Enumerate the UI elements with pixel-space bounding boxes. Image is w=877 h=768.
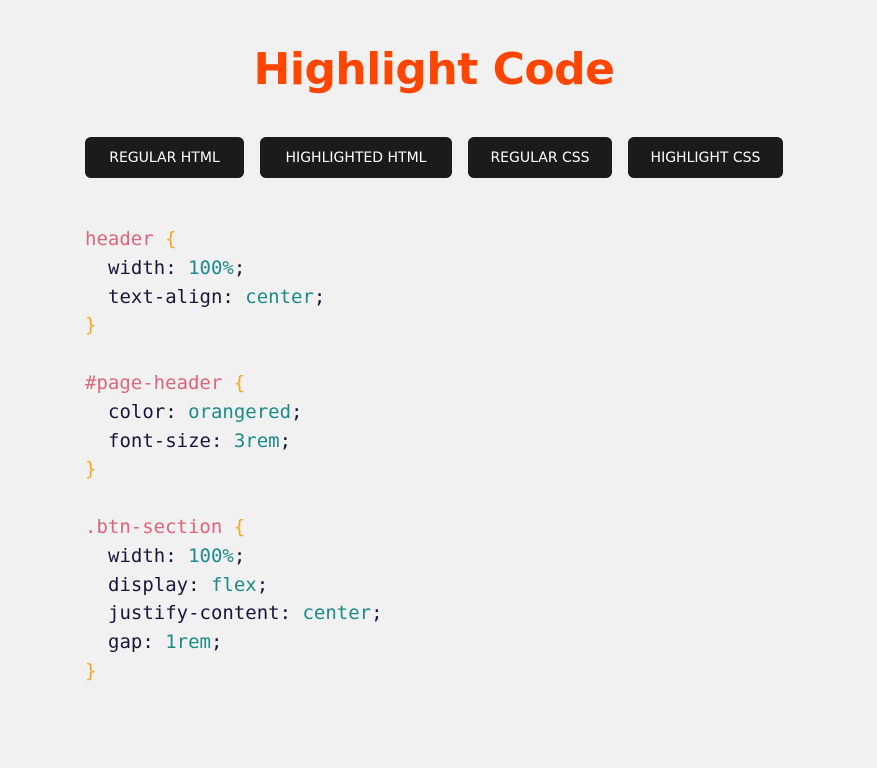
code-line: color: orangered; — [85, 398, 383, 427]
code-value: center — [302, 602, 372, 625]
code-open-brace: { — [233, 371, 246, 394]
code-semicolon: ; — [256, 573, 269, 596]
code-open-brace: { — [233, 515, 246, 538]
code-colon: : — [165, 400, 189, 423]
code-close-brace: } — [85, 659, 97, 682]
code-line: justify-content: center; — [85, 599, 383, 628]
code-property: color — [108, 400, 166, 423]
code-property: font-size — [108, 429, 211, 452]
code-close-brace: } — [85, 314, 97, 337]
code-block: header {width: 100%; text-align: center;}… — [85, 225, 383, 686]
code-colon: : — [165, 256, 189, 279]
code-colon: : — [188, 573, 211, 596]
code-value: 100% — [188, 256, 234, 279]
code-line: text-align: center; — [85, 283, 383, 312]
code-property: width — [108, 544, 166, 567]
code-line: } — [85, 657, 383, 686]
code-colon: : — [142, 631, 166, 654]
code-semicolon: ; — [233, 544, 246, 567]
code-value: 3rem — [233, 429, 280, 452]
code-line: gap: 1rem; — [85, 628, 383, 657]
code-value: flex — [210, 573, 257, 596]
code-colon: : — [210, 429, 234, 452]
code-line: } — [85, 455, 383, 484]
code-line: font-size: 3rem; — [85, 427, 383, 456]
button-section: REGULAR HTML HIGHLIGHTED HTML REGULAR CS… — [85, 137, 783, 178]
code-property: text-align — [108, 285, 223, 308]
regular-css-button[interactable]: REGULAR CSS — [468, 137, 612, 178]
code-value: 100% — [188, 544, 234, 567]
highlighted-html-button[interactable]: HIGHLIGHTED HTML — [260, 137, 452, 178]
code-property: display — [108, 573, 189, 596]
code-semicolon: ; — [371, 602, 383, 625]
code-colon: : — [222, 285, 246, 308]
code-open-brace: { — [165, 228, 177, 250]
code-line: } — [85, 311, 383, 340]
code-property: width — [108, 256, 166, 279]
code-value: orangered — [188, 400, 292, 423]
code-line: header { — [85, 225, 383, 254]
code-line: #page-header { — [85, 369, 383, 398]
code-value: 1rem — [165, 631, 211, 654]
code-line: .btn-section { — [85, 513, 383, 542]
code-selector: header — [85, 228, 154, 250]
highlight-css-button[interactable]: HIGHLIGHT CSS — [628, 137, 783, 178]
code-semicolon: ; — [313, 285, 326, 308]
code-close-brace: } — [85, 458, 97, 481]
code-colon: : — [165, 544, 189, 567]
code-value: center — [245, 285, 314, 308]
code-line: width: 100%; — [85, 254, 383, 283]
code-semicolon: ; — [291, 400, 303, 423]
regular-html-button[interactable]: REGULAR HTML — [85, 137, 244, 178]
code-colon: : — [279, 602, 303, 625]
code-line: display: flex; — [85, 571, 383, 600]
code-line: width: 100%; — [85, 542, 383, 571]
code-semicolon: ; — [210, 631, 223, 654]
page-title: Highlight Code — [253, 44, 615, 95]
code-property: gap — [108, 631, 143, 654]
code-semicolon: ; — [279, 429, 292, 452]
code-property: justify-content — [108, 602, 280, 625]
code-selector: #page-header — [85, 371, 223, 394]
code-selector: .btn-section — [85, 515, 223, 538]
code-semicolon: ; — [233, 256, 246, 279]
